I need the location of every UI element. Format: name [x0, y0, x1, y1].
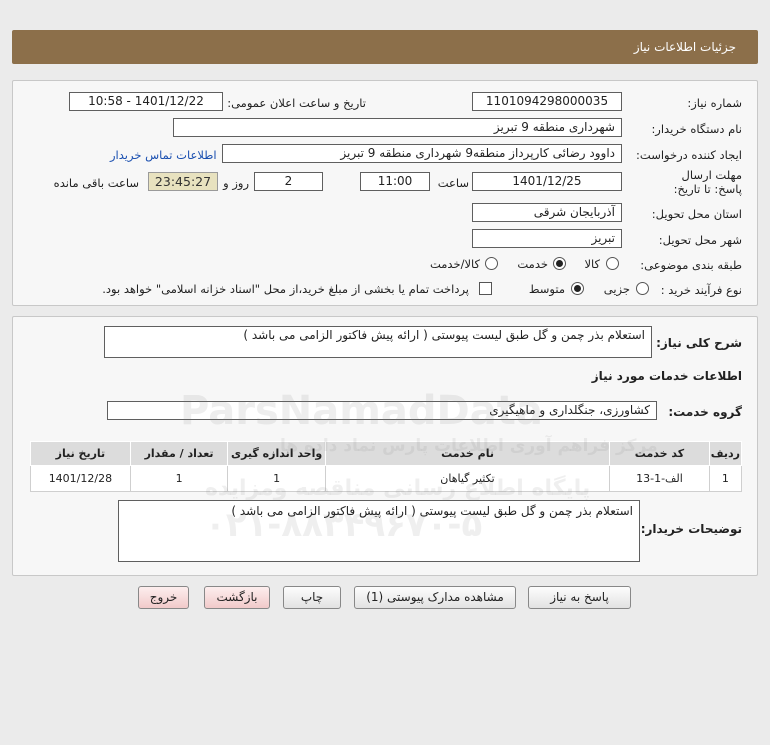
remaining-time-field: 23:45:27 — [148, 172, 218, 191]
service-group-label: گروه خدمت: — [668, 405, 742, 419]
view-attachments-button[interactable]: مشاهده مدارک پیوستی (1) — [354, 586, 516, 609]
city-field[interactable]: تبریز — [472, 229, 622, 248]
cell-row-number: 1 — [708, 465, 743, 492]
category-radio-goods-service[interactable] — [485, 257, 498, 270]
print-button[interactable]: چاپ — [283, 586, 341, 609]
category-option-goods: کالا — [584, 257, 600, 271]
buyer-contact-link[interactable]: اطلاعات تماس خریدار — [110, 148, 217, 162]
exit-button[interactable]: خروج — [138, 586, 189, 609]
watermark-line1: مرکز فراهم آوری اطلاعات پارس نماد داده ه… — [280, 436, 658, 456]
need-info-panel — [12, 80, 758, 306]
watermark-phone: ۰۲۱-۸۸۳۴۹۶۷۰-۵ — [205, 505, 483, 545]
page-header: جزئیات اطلاعات نیاز — [12, 30, 758, 64]
deadline-date-field[interactable]: 1401/12/25 — [472, 172, 622, 191]
remaining-time-label: ساعت باقی مانده — [53, 176, 139, 190]
col-need-date: تاریخ نیاز — [30, 441, 131, 466]
category-option-service: خدمت — [517, 257, 548, 271]
buyer-description-label: توضیحات خریدار: — [640, 522, 742, 536]
process-option-minor: جزیی — [603, 282, 630, 296]
deadline-time-label: ساعت — [437, 176, 469, 190]
need-number-field[interactable]: 1101094298000035 — [472, 92, 622, 111]
announce-datetime-field[interactable]: 1401/12/22 - 10:58 — [69, 92, 223, 111]
need-number-label: شماره نیاز: — [687, 96, 742, 110]
general-description-field[interactable]: استعلام بذر چمن و گل طبق لیست پیوستی ( ا… — [104, 326, 652, 358]
buyer-org-field[interactable]: شهرداری منطقه 9 تبریز — [173, 118, 622, 137]
category-radio-service[interactable] — [553, 257, 566, 270]
watermark-line2: پایگاه اطلاع رسانی مناقصه ومزایده — [205, 476, 591, 501]
treasury-payment-note: پرداخت تمام یا بخشی از مبلغ خرید،از محل … — [102, 282, 469, 296]
creator-label: ایجاد کننده درخواست: — [636, 148, 742, 162]
process-option-medium: متوسط — [528, 282, 565, 296]
days-field[interactable]: 2 — [254, 172, 323, 191]
services-section-title: اطلاعات خدمات مورد نیاز — [591, 369, 742, 383]
watermark-brand: ParsNamadData — [180, 388, 543, 434]
treasury-payment-checkbox[interactable] — [479, 282, 492, 295]
category-radio-goods[interactable] — [606, 257, 619, 270]
cell-service-code: الف-1-13 — [609, 465, 710, 492]
category-option-goods-service: کالا/خدمت — [429, 257, 480, 271]
deadline-label: مهلت ارسال پاسخ: تا تاریخ: — [673, 168, 742, 196]
announce-datetime-label: تاریخ و ساعت اعلان عمومی: — [227, 96, 366, 110]
process-type-label: نوع فرآیند خرید : — [660, 283, 742, 297]
col-quantity: تعداد / مقدار — [129, 441, 229, 466]
process-radio-minor[interactable] — [636, 282, 649, 295]
creator-field[interactable]: داوود رضائی کارپرداز منطقه9 شهرداری منطق… — [222, 144, 622, 163]
deadline-time-field[interactable]: 11:00 — [360, 172, 430, 191]
reply-to-need-button[interactable]: پاسخ به نیاز — [528, 586, 631, 609]
general-description-label: شرح کلی نیاز: — [656, 336, 742, 350]
days-label: روز و — [223, 176, 249, 190]
col-row-number: ردیف — [708, 441, 743, 466]
province-field[interactable]: آذربایجان شرقی — [472, 203, 622, 222]
buyer-org-label: نام دستگاه خریدار: — [651, 122, 742, 136]
cell-need-date: 1401/12/28 — [30, 465, 131, 492]
category-label: طبقه بندی موضوعی: — [640, 258, 742, 272]
province-label: استان محل تحویل: — [651, 207, 742, 221]
page-title: جزئیات اطلاعات نیاز — [633, 40, 736, 54]
back-button[interactable]: بازگشت — [204, 586, 270, 609]
city-label: شهر محل تحویل: — [658, 233, 742, 247]
process-radio-medium[interactable] — [571, 282, 584, 295]
